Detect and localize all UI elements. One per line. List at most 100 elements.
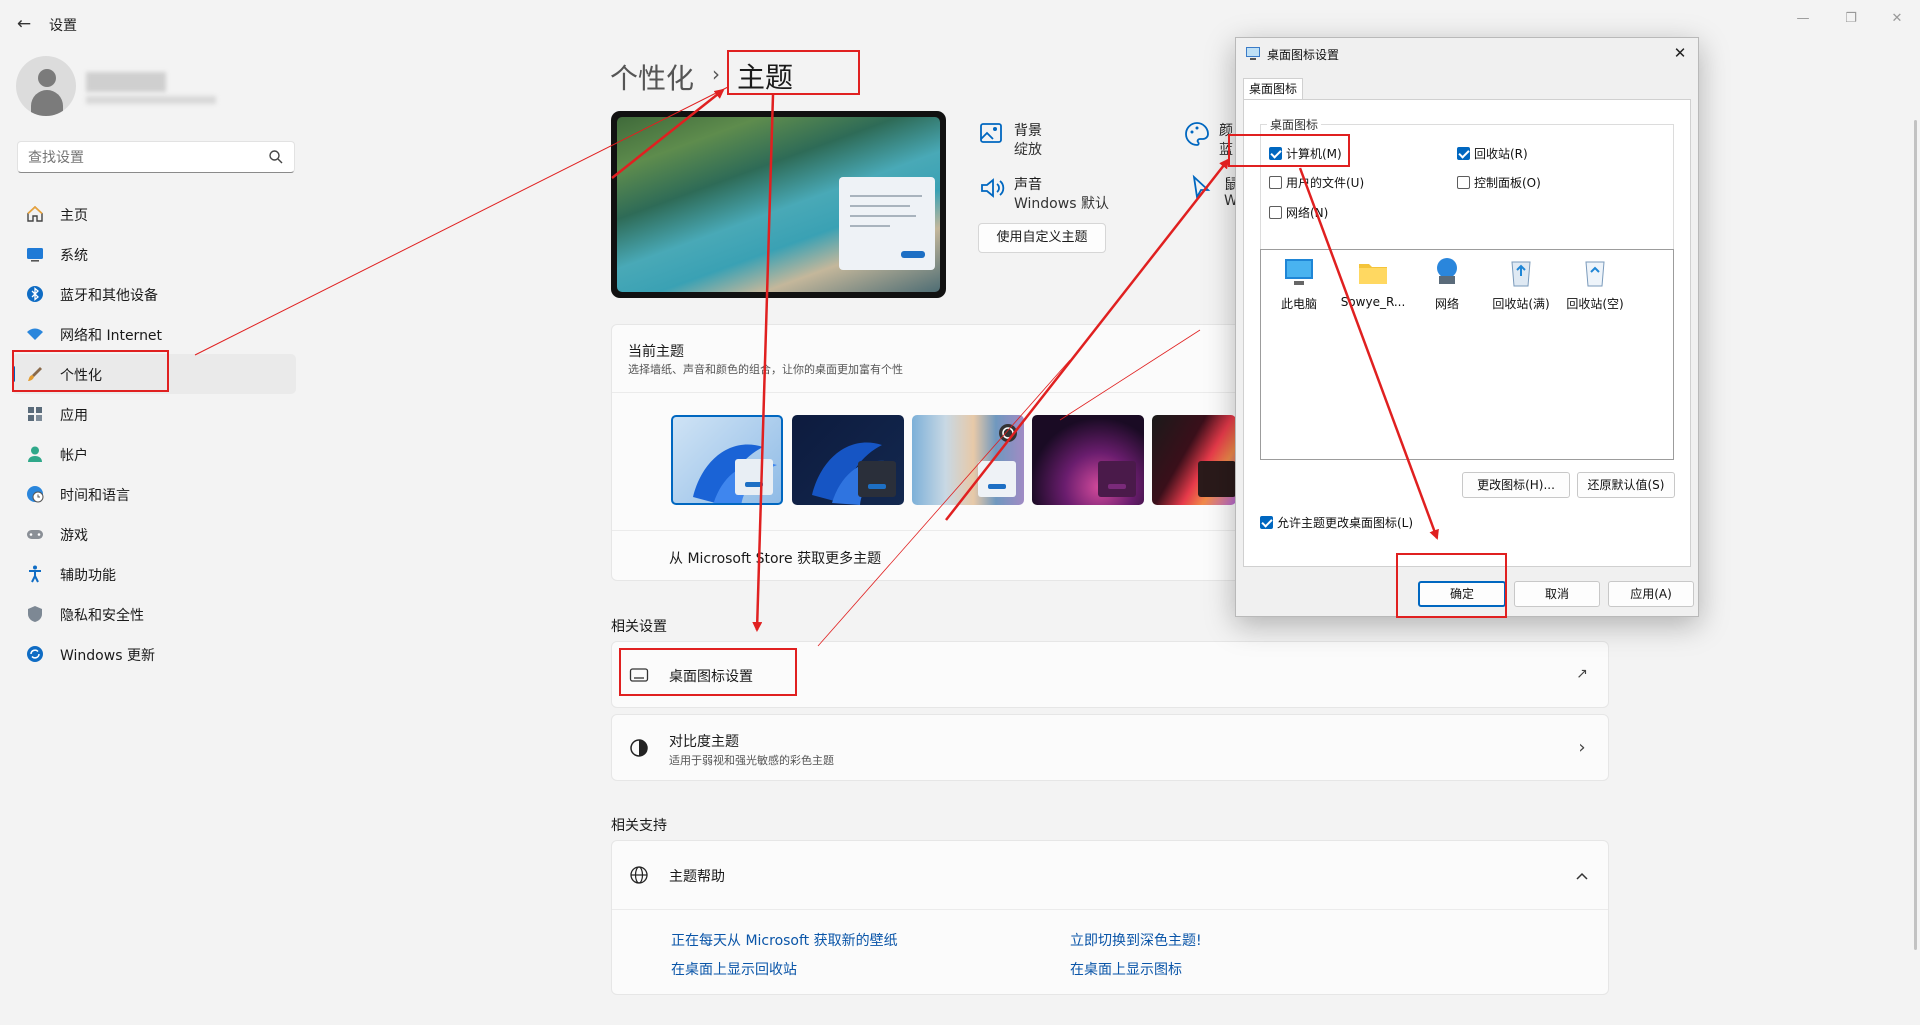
- spotlight-badge-icon: [999, 424, 1017, 442]
- icon-label: 网络: [1434, 297, 1459, 311]
- divider: [612, 909, 1608, 910]
- theme-mini-window: [735, 459, 773, 495]
- search-icon[interactable]: [268, 149, 284, 165]
- chevron-up-icon[interactable]: [1574, 868, 1590, 884]
- contrast-themes-row[interactable]: 对比度主题 适用于弱视和强光敏感的彩色主题 ›: [611, 714, 1609, 781]
- help-link-dark-theme[interactable]: 立即切换到深色主题!: [1070, 930, 1202, 950]
- theme-mini-window: [858, 461, 896, 497]
- checkbox-box[interactable]: [1269, 176, 1282, 189]
- search-input[interactable]: [17, 141, 295, 173]
- apps-icon: [28, 407, 42, 421]
- checkbox-label: 网络(N): [1286, 206, 1329, 220]
- help-link-desktop-icons[interactable]: 在桌面上显示图标: [1070, 959, 1182, 979]
- list-item[interactable]: 网络: [1411, 256, 1483, 312]
- background-setting[interactable]: 背景 绽放: [978, 120, 1138, 160]
- related-support-heading: 相关支持: [611, 818, 667, 834]
- checkbox-network[interactable]: 网络(N): [1269, 204, 1328, 220]
- help-link-daily-wallpaper[interactable]: 正在每天从 Microsoft 获取新的壁纸: [671, 930, 898, 950]
- sidebar-item-label: 辅助功能: [60, 568, 116, 584]
- sidebar-item-bluetooth[interactable]: 蓝牙和其他设备: [12, 274, 296, 314]
- highlight-computer-checkbox: [1228, 134, 1350, 167]
- sidebar-item-privacy[interactable]: 隐私和安全性: [12, 594, 296, 634]
- cancel-button[interactable]: 取消: [1514, 581, 1600, 607]
- dialog-close-button[interactable]: ✕: [1668, 42, 1692, 64]
- close-button[interactable]: ✕: [1874, 6, 1920, 32]
- sound-setting[interactable]: 声音 Windows 默认: [978, 174, 1138, 214]
- theme-mini-window: [1098, 461, 1136, 497]
- scrollbar[interactable]: [1914, 120, 1917, 950]
- recycle-bin-full-icon: [1511, 261, 1531, 287]
- highlight-personalization: [12, 350, 169, 392]
- theme-mini-window: [1198, 461, 1236, 497]
- sidebar-item-time-language[interactable]: 时间和语言: [12, 474, 296, 514]
- checkbox-allow-themes[interactable]: 允许主题更改桌面图标(L): [1260, 514, 1413, 530]
- dialog-app-icon: [1246, 47, 1260, 60]
- sidebar-item-label: 帐户: [60, 448, 88, 464]
- theme-thumbnail-light[interactable]: [671, 415, 783, 505]
- picture-icon: [980, 123, 1002, 143]
- checkbox-recycle-bin[interactable]: 回收站(R): [1457, 145, 1528, 161]
- cursor-setting[interactable]: 鼠 W: [1188, 174, 1238, 214]
- checkbox-label: 控制面板(O): [1474, 176, 1541, 190]
- use-custom-theme-button[interactable]: 使用自定义主题: [978, 223, 1106, 253]
- tab-desktop-icons[interactable]: 桌面图标: [1243, 78, 1303, 100]
- help-link-recycle-bin[interactable]: 在桌面上显示回收站: [671, 959, 797, 979]
- store-link[interactable]: 从 Microsoft Store 获取更多主题: [669, 548, 881, 568]
- color-setting[interactable]: 颜 蓝: [1183, 120, 1233, 160]
- breadcrumb-separator: ›: [712, 62, 720, 86]
- desktop-icon-list[interactable]: 此电脑 Sowye_R... 网络 回收站(满) 回收站(空): [1260, 249, 1674, 460]
- checkbox-user-files[interactable]: 用户的文件(U): [1269, 174, 1364, 190]
- sidebar-item-system[interactable]: 系统: [12, 234, 296, 274]
- theme-help-title[interactable]: 主题帮助: [669, 866, 725, 886]
- cursor-icon: [1192, 174, 1211, 200]
- wallpaper-preview: [617, 117, 940, 292]
- desktop-icon-settings-dialog: 桌面图标设置 ✕ 桌面图标 桌面图标 计算机(M) 回收站(R) 用户的文件(U…: [1235, 37, 1699, 617]
- checkbox-box[interactable]: [1457, 147, 1470, 160]
- user-folder-icon: [1359, 264, 1387, 284]
- theme-thumbnail-captured[interactable]: [1152, 415, 1236, 505]
- theme-thumbnail-glow[interactable]: [1032, 415, 1144, 505]
- user-profile[interactable]: [16, 56, 296, 118]
- contrast-themes-title: 对比度主题: [669, 734, 739, 750]
- checkbox-box[interactable]: [1269, 206, 1282, 219]
- dialog-title: 桌面图标设置: [1267, 48, 1340, 62]
- preview-window: [839, 177, 935, 270]
- highlight-ok-button: [1396, 553, 1507, 618]
- related-settings-heading: 相关设置: [611, 619, 667, 635]
- sidebar-item-gaming[interactable]: 游戏: [12, 514, 296, 554]
- sidebar-item-network[interactable]: 网络和 Internet: [12, 314, 296, 354]
- checkbox-box[interactable]: [1260, 516, 1273, 529]
- list-item[interactable]: 此电脑: [1263, 256, 1335, 312]
- theme-thumbnail-spotlight[interactable]: [912, 415, 1024, 505]
- sidebar-item-windows-update[interactable]: Windows 更新: [12, 634, 296, 674]
- contrast-icon: [630, 739, 648, 757]
- checkbox-control-panel[interactable]: 控制面板(O): [1457, 174, 1541, 190]
- sidebar-item-label: 隐私和安全性: [60, 608, 144, 624]
- theme-mini-window: [978, 461, 1016, 497]
- restore-default-button[interactable]: 还原默认值(S): [1577, 472, 1675, 498]
- apply-button[interactable]: 应用(A): [1608, 581, 1694, 607]
- wifi-icon: [27, 328, 43, 340]
- group-label: 桌面图标: [1267, 116, 1322, 133]
- user-name-redacted: [86, 72, 166, 92]
- home-icon: [27, 205, 43, 222]
- sidebar-item-apps[interactable]: 应用: [12, 394, 296, 434]
- checkbox-box[interactable]: [1457, 176, 1470, 189]
- sidebar-item-accessibility[interactable]: 辅助功能: [12, 554, 296, 594]
- sidebar-item-label: 游戏: [60, 528, 88, 544]
- current-theme-subtitle: 选择墙纸、声音和颜色的组合，让你的桌面更加富有个性: [628, 363, 903, 376]
- list-item[interactable]: 回收站(满): [1485, 256, 1557, 312]
- back-button[interactable]: ←: [14, 14, 34, 34]
- minimize-button[interactable]: —: [1780, 6, 1826, 32]
- list-item[interactable]: Sowye_R...: [1337, 256, 1409, 309]
- sidebar-item-label: 蓝牙和其他设备: [60, 288, 158, 304]
- theme-thumbnail-dark[interactable]: [792, 415, 904, 505]
- sidebar-item-accounts[interactable]: 帐户: [12, 434, 296, 474]
- sidebar-item-home[interactable]: 主页: [12, 194, 296, 234]
- change-icon-button[interactable]: 更改图标(H)...: [1462, 472, 1570, 498]
- network-icon: [1437, 258, 1457, 284]
- highlight-theme-title: [727, 50, 860, 95]
- breadcrumb-parent[interactable]: 个性化: [610, 57, 694, 97]
- maximize-button[interactable]: ❐: [1828, 6, 1874, 32]
- list-item[interactable]: 回收站(空): [1559, 256, 1631, 312]
